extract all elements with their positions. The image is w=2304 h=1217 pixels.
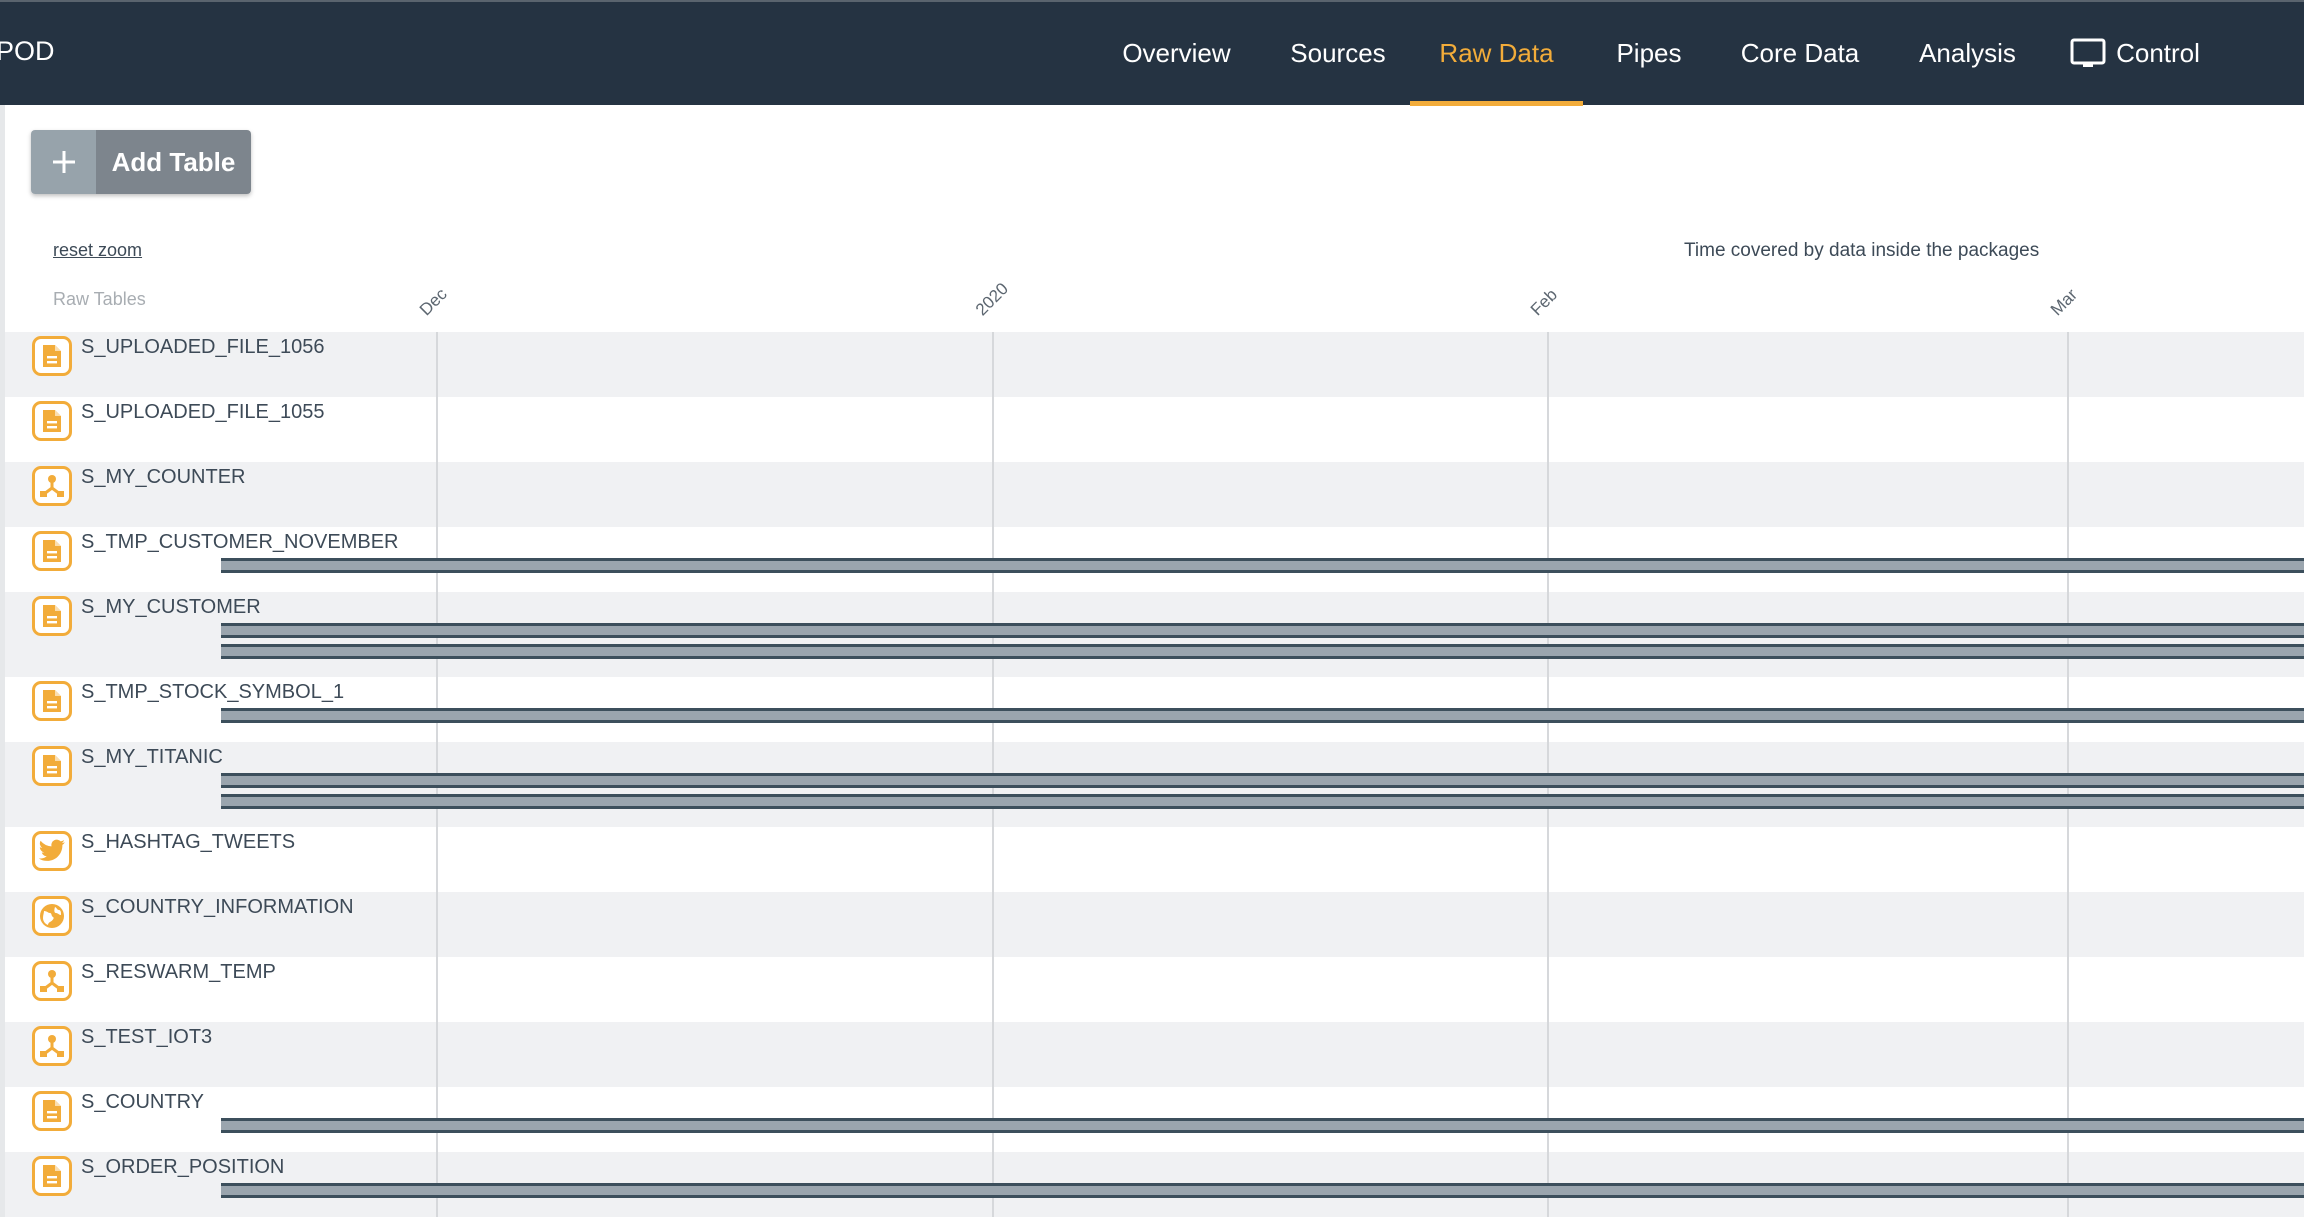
- axis-tick-label: Feb: [1526, 285, 1562, 320]
- raw-table-name[interactable]: S_HASHTAG_TWEETS: [81, 831, 295, 854]
- file-icon[interactable]: [32, 531, 72, 571]
- package-coverage-bar[interactable]: [220, 644, 2304, 659]
- nav-core-data[interactable]: Core Data: [1725, 2, 1875, 105]
- raw-table-name[interactable]: S_MY_TITANIC: [81, 746, 223, 769]
- globe-icon[interactable]: [32, 896, 72, 936]
- raw-table-name[interactable]: S_TMP_CUSTOMER_NOVEMBER: [81, 531, 398, 554]
- raw-table-row: S_TMP_STOCK_SYMBOL_1: [5, 677, 2304, 742]
- axis-tick-label: Dec: [415, 284, 451, 320]
- raw-table-row: S_MY_COUNTER: [5, 462, 2304, 527]
- package-coverage-bar[interactable]: [220, 794, 2304, 809]
- network-icon[interactable]: [32, 961, 72, 1001]
- network-icon[interactable]: [32, 1026, 72, 1066]
- raw-table-row: S_HASHTAG_TWEETS: [5, 827, 2304, 892]
- file-icon[interactable]: [32, 1091, 72, 1131]
- add-table-label: Add Table: [96, 130, 251, 194]
- nav-pipes[interactable]: Pipes: [1600, 2, 1698, 105]
- nav-control[interactable]: Control: [2060, 2, 2210, 105]
- raw-table-name[interactable]: S_TMP_STOCK_SYMBOL_1: [81, 681, 344, 704]
- nav-sources[interactable]: Sources: [1268, 2, 1408, 105]
- raw-table-row: S_COUNTRY: [5, 1087, 2304, 1152]
- package-coverage-bar[interactable]: [220, 1118, 2304, 1133]
- file-icon[interactable]: [32, 746, 72, 786]
- raw-table-name[interactable]: S_TEST_IOT3: [81, 1026, 212, 1049]
- brand-logo[interactable]: POD: [0, 36, 55, 67]
- raw-table-row: S_TMP_CUSTOMER_NOVEMBER: [5, 527, 2304, 592]
- monitor-icon: [2070, 38, 2106, 67]
- file-icon[interactable]: [32, 401, 72, 441]
- raw-table-name[interactable]: S_UPLOADED_FILE_1055: [81, 401, 324, 424]
- raw-table-name[interactable]: S_UPLOADED_FILE_1056: [81, 336, 324, 359]
- raw-table-name[interactable]: S_MY_CUSTOMER: [81, 596, 261, 619]
- raw-table-row: S_UPLOADED_FILE_1056: [5, 332, 2304, 397]
- top-nav-bar: POD Overview Sources Raw Data Pipes Core…: [0, 0, 2304, 106]
- package-coverage-bar[interactable]: [220, 773, 2304, 788]
- nav-analysis[interactable]: Analysis: [1905, 2, 2030, 105]
- raw-table-name[interactable]: S_RESWARM_TEMP: [81, 961, 276, 984]
- raw-table-row: S_MY_TITANIC: [5, 742, 2304, 827]
- raw-table-row: S_COUNTRY_INFORMATION: [5, 892, 2304, 957]
- nav-raw-data[interactable]: Raw Data: [1410, 2, 1583, 106]
- timeline-title: Time covered by data inside the packages: [1684, 240, 2040, 261]
- raw-table-name[interactable]: S_COUNTRY: [81, 1091, 204, 1114]
- package-coverage-bar[interactable]: [220, 623, 2304, 638]
- raw-table-name[interactable]: S_COUNTRY_INFORMATION: [81, 896, 354, 919]
- raw-table-row: S_ORDER_POSITION: [5, 1152, 2304, 1217]
- package-coverage-bar[interactable]: [220, 1183, 2304, 1198]
- package-coverage-bar[interactable]: [220, 558, 2304, 573]
- axis-tick-label: 2020: [971, 279, 1012, 320]
- raw-tables-header: Raw Tables: [53, 289, 146, 309]
- file-icon[interactable]: [32, 596, 72, 636]
- axis-tick-label: Mar: [2046, 285, 2081, 320]
- file-icon[interactable]: [32, 1156, 72, 1196]
- file-icon[interactable]: [32, 681, 72, 721]
- network-icon[interactable]: [32, 466, 72, 506]
- nav-control-label: Control: [2116, 38, 2200, 68]
- twitter-icon[interactable]: [32, 831, 72, 871]
- raw-table-name[interactable]: S_MY_COUNTER: [81, 466, 245, 489]
- raw-table-row: S_MY_CUSTOMER: [5, 592, 2304, 677]
- raw-table-row: S_TEST_IOT3: [5, 1022, 2304, 1087]
- add-table-button[interactable]: Add Table: [31, 130, 251, 194]
- raw-table-row: S_UPLOADED_FILE_1055: [5, 397, 2304, 462]
- nav-overview[interactable]: Overview: [1105, 2, 1248, 105]
- file-icon[interactable]: [32, 336, 72, 376]
- raw-table-row: S_RESWARM_TEMP: [5, 957, 2304, 1022]
- package-coverage-bar[interactable]: [220, 708, 2304, 723]
- raw-table-name[interactable]: S_ORDER_POSITION: [81, 1156, 284, 1179]
- reset-zoom-link[interactable]: reset zoom: [53, 240, 142, 261]
- plus-icon: [31, 130, 96, 194]
